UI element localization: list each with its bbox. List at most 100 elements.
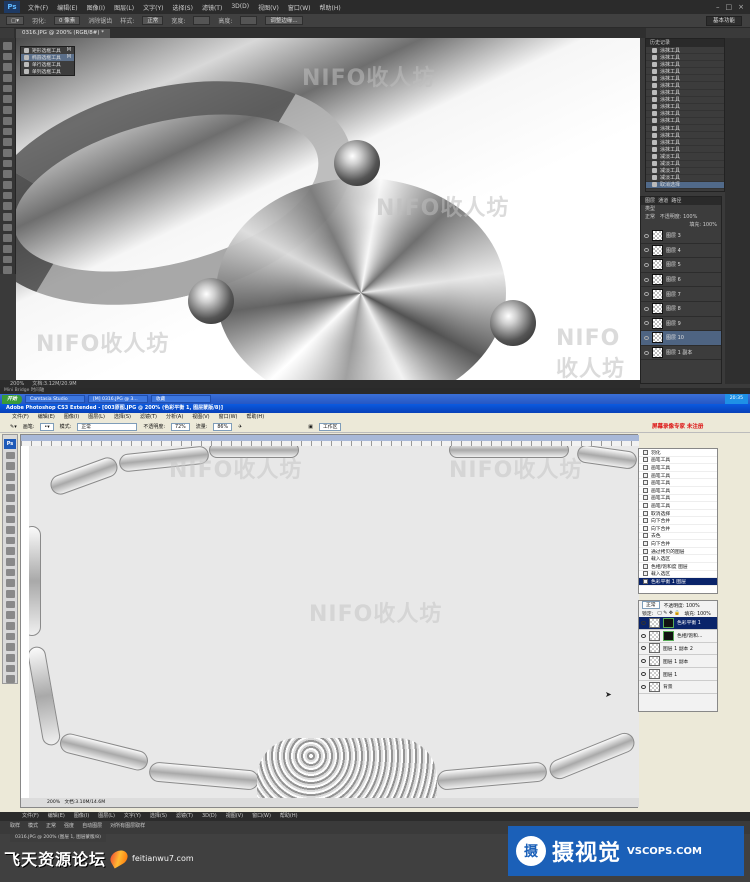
layer-row[interactable]: 图层 3 bbox=[641, 229, 721, 244]
history-item[interactable]: 涂抹工具 bbox=[646, 75, 724, 83]
tool-button-icon[interactable] bbox=[5, 568, 15, 577]
layer-row[interactable]: 图层 1 副本 bbox=[639, 655, 717, 669]
layer-row[interactable]: 图层 9 bbox=[641, 317, 721, 332]
history-item[interactable]: 取消选择 bbox=[646, 181, 724, 189]
visibility-eye-icon[interactable] bbox=[641, 646, 646, 651]
history-item[interactable]: 涂抹工具 bbox=[646, 61, 724, 69]
workspace-switcher[interactable]: 基本功能 bbox=[705, 16, 742, 26]
refine-edge-button[interactable]: 调整边缘... bbox=[265, 16, 303, 25]
history-item[interactable]: 减淡工具 bbox=[646, 153, 724, 161]
visibility-eye-icon[interactable] bbox=[641, 684, 646, 689]
tab-layers[interactable]: 图层 bbox=[645, 198, 655, 204]
menu-item[interactable]: 图像(I) bbox=[64, 413, 79, 421]
taskbar-item[interactable]: Camtasia Studio bbox=[25, 395, 86, 403]
visibility-eye-icon[interactable] bbox=[644, 321, 649, 326]
visibility-eye-icon[interactable] bbox=[641, 659, 646, 664]
mode-select[interactable]: 正常 bbox=[77, 422, 138, 431]
tool-button-icon[interactable] bbox=[3, 74, 12, 82]
tool-button-icon[interactable] bbox=[3, 213, 12, 221]
tool-button-icon[interactable] bbox=[3, 127, 12, 136]
tool-button-icon[interactable] bbox=[3, 234, 12, 243]
opacity-field[interactable]: 不透明度: 100% bbox=[664, 602, 700, 609]
history-item[interactable]: 涂抹工具 bbox=[646, 97, 724, 104]
document-canvas[interactable]: NIFO收人坊 NIFO收人坊 NIFO收人坊 NIFO收人坊 bbox=[16, 38, 640, 380]
start-button[interactable]: 开始 bbox=[2, 394, 23, 404]
tool-button-icon[interactable] bbox=[5, 675, 15, 683]
layer-row[interactable]: 图层 10 bbox=[641, 331, 721, 346]
tool-button-icon[interactable] bbox=[3, 106, 12, 114]
airbrush-icon[interactable]: ✈ bbox=[238, 424, 242, 430]
minimize-icon[interactable]: – bbox=[716, 3, 720, 11]
visibility-eye-icon[interactable] bbox=[644, 350, 649, 355]
visibility-eye-icon[interactable] bbox=[644, 277, 649, 282]
tool-button-icon[interactable] bbox=[3, 95, 12, 104]
tool-button-icon[interactable] bbox=[5, 590, 15, 598]
history-item[interactable]: 涂抹工具 bbox=[646, 47, 724, 55]
menu-item[interactable]: 帮助(H) bbox=[246, 413, 264, 421]
fill-field[interactable]: 填充: 100% bbox=[684, 610, 710, 617]
tool-button-icon[interactable] bbox=[3, 159, 12, 168]
menu-item[interactable]: 编辑(E) bbox=[48, 812, 65, 821]
visibility-eye-icon[interactable] bbox=[644, 262, 649, 267]
tool-button-icon[interactable] bbox=[5, 504, 15, 513]
layer-row[interactable]: 色相/饱和... bbox=[639, 630, 717, 643]
brush-preset-icon[interactable]: ✎▾ bbox=[10, 424, 17, 430]
brush-picker[interactable]: •▾ bbox=[40, 422, 54, 431]
option-item[interactable]: 取样 bbox=[10, 821, 20, 832]
tool-button-icon[interactable] bbox=[5, 483, 15, 492]
close-icon[interactable]: × bbox=[738, 3, 744, 11]
menu-item[interactable]: 窗口(W) bbox=[288, 3, 311, 12]
tab-channels[interactable]: 通道 bbox=[658, 198, 668, 204]
tool-button-icon[interactable] bbox=[5, 472, 15, 481]
tool-button-icon[interactable] bbox=[5, 600, 15, 609]
visibility-eye-icon[interactable] bbox=[641, 620, 646, 625]
flyout-item[interactable]: 矩形选框工具 M bbox=[21, 47, 74, 54]
height-input[interactable] bbox=[240, 16, 258, 25]
taskbar-item[interactable]: 收藏 bbox=[151, 395, 212, 403]
visibility-eye-icon[interactable] bbox=[644, 335, 649, 340]
layer-row[interactable]: 图层 6 bbox=[641, 273, 721, 288]
opacity-field[interactable]: 不透明度: 100% bbox=[660, 214, 698, 220]
document-tab[interactable]: 0316.JPG @ 200% (RGB/8#) * bbox=[16, 29, 111, 38]
tool-button-icon[interactable] bbox=[5, 526, 15, 534]
menu-item[interactable]: 3D(D) bbox=[231, 3, 249, 12]
layer-row[interactable]: 图层 1 副本 2 bbox=[639, 643, 717, 656]
zoom-level[interactable]: 200% bbox=[10, 381, 24, 387]
menu-item[interactable]: 帮助(H) bbox=[280, 812, 298, 821]
menu-item[interactable]: 窗口(W) bbox=[219, 413, 238, 421]
blend-mode-select[interactable]: 正常 bbox=[645, 214, 655, 220]
option-item[interactable]: 自动图层 bbox=[82, 821, 102, 832]
opacity-input[interactable]: 72% bbox=[171, 422, 190, 431]
layer-row[interactable]: 图层 1 bbox=[639, 668, 717, 681]
menu-item[interactable]: 帮助(H) bbox=[320, 3, 341, 12]
menu-item[interactable]: 文件(F) bbox=[22, 812, 39, 821]
tool-button-icon[interactable] bbox=[5, 664, 15, 673]
tool-button-icon[interactable] bbox=[3, 42, 12, 50]
tool-button-icon[interactable] bbox=[3, 138, 12, 146]
tool-preset-picker[interactable]: ▢▾ bbox=[6, 16, 24, 25]
layer-row[interactable]: 图层 8 bbox=[641, 302, 721, 317]
history-item[interactable]: 涂抹工具 bbox=[646, 82, 724, 90]
menu-item[interactable]: 分析(A) bbox=[166, 413, 183, 421]
menu-item[interactable]: 窗口(W) bbox=[252, 812, 271, 821]
layer-mask-thumbnail[interactable] bbox=[663, 630, 674, 641]
flyout-item[interactable]: 椭圆选框工具 M bbox=[21, 54, 74, 61]
history-item[interactable]: 涂抹工具 bbox=[646, 54, 724, 62]
flyout-item[interactable]: 单列选框工具 bbox=[21, 68, 74, 75]
history-item[interactable]: 减淡工具 bbox=[646, 175, 724, 182]
history-item[interactable]: 涂抹工具 bbox=[646, 68, 724, 76]
layer-row[interactable]: 色彩平衡 1 bbox=[639, 617, 717, 630]
visibility-eye-icon[interactable] bbox=[641, 633, 646, 638]
menu-item[interactable]: 图层(L) bbox=[88, 413, 105, 421]
history-item[interactable]: 涂抹工具 bbox=[646, 104, 724, 111]
menu-item[interactable]: 图层(L) bbox=[98, 812, 115, 821]
menu-item[interactable]: 文字(Y) bbox=[143, 3, 163, 12]
document-canvas[interactable]: NIFO收人坊 NIFO收人坊 NIFO收人坊 ➤ bbox=[29, 446, 639, 798]
layer-mask-thumbnail[interactable] bbox=[663, 617, 674, 628]
history-item[interactable]: 涂抹工具 bbox=[646, 111, 724, 118]
palette-well-icon[interactable]: ▣ bbox=[308, 424, 313, 430]
tool-button-icon[interactable] bbox=[3, 170, 12, 178]
option-item[interactable]: 对所有图层取样 bbox=[110, 821, 145, 832]
tool-button-icon[interactable] bbox=[3, 191, 12, 200]
flow-input[interactable]: 86% bbox=[213, 422, 233, 431]
